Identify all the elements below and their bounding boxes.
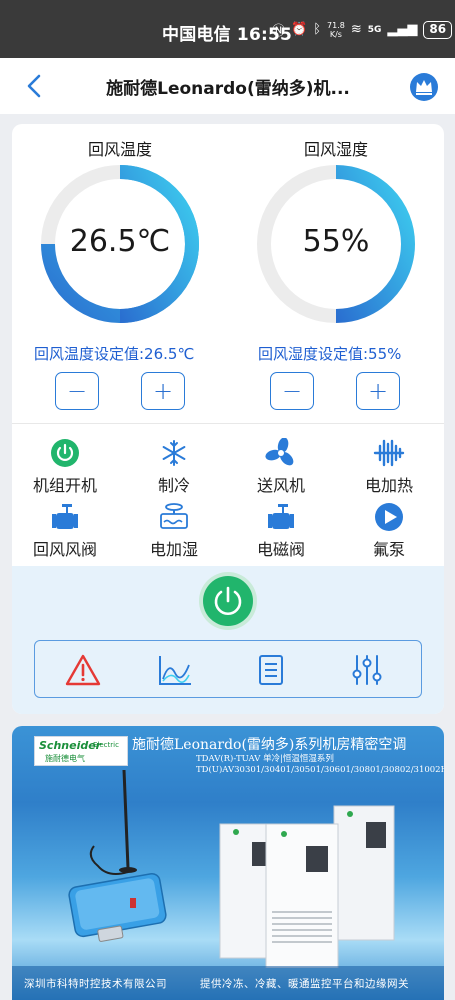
network-speed-unit: K/s	[329, 29, 342, 39]
brand-sub-cn: 施耐德电气	[45, 754, 85, 763]
humidifier-icon	[160, 503, 188, 529]
device-label: 制冷	[157, 476, 190, 495]
humidity-title: 回风湿度	[303, 140, 368, 159]
device-electric-heater: 电加热	[339, 438, 439, 496]
nfc-icon: Ⓝ	[272, 24, 286, 39]
toolbar	[34, 640, 422, 698]
product-banner[interactable]: Schneider Electric 施耐德电气 施耐德Leonardo(雷纳多…	[12, 726, 444, 1000]
divider	[12, 423, 444, 424]
brand-name: Schneider	[39, 739, 102, 752]
humidity-setpoint: 回风湿度设定值:55%	[258, 345, 402, 363]
device-supply-fan: 送风机	[231, 438, 331, 496]
temperature-decrement-button[interactable]: −	[55, 372, 99, 410]
heater-icon	[373, 439, 405, 467]
snowflake-icon	[162, 440, 186, 466]
list-icon[interactable]	[253, 653, 289, 687]
device-label: 电加湿	[149, 540, 198, 559]
power-button[interactable]	[203, 576, 253, 626]
network-type: 5G	[367, 24, 382, 35]
banner-title: 施耐德Leonardo(雷纳多)系列机房精密空调	[132, 737, 407, 753]
chart-icon[interactable]	[157, 653, 193, 687]
power-icon	[214, 586, 242, 615]
humidity-decrement-button[interactable]: −	[270, 372, 314, 410]
device-label: 回风风阀	[32, 540, 97, 559]
device-humidifier: 电加湿	[124, 502, 224, 560]
status-bar: 中国电信 16:55 Ⓝ ⏰ ᛒ 71.8 K/s ≋ 5G ▂▄▆ 86	[0, 0, 455, 58]
bluetooth-icon: ᛒ	[313, 22, 322, 37]
temperature-value: 26.5℃	[69, 224, 171, 259]
fan-icon	[265, 438, 294, 466]
air-conditioner-cabinets-image	[219, 805, 395, 968]
battery-level: 86	[423, 20, 453, 39]
back-icon[interactable]	[22, 72, 48, 100]
brand-logo: Schneider Electric 施耐德电气	[34, 736, 128, 766]
humidity-value: 55%	[302, 224, 370, 259]
device-label: 电加热	[364, 476, 413, 495]
page-title: 施耐德Leonardo(雷纳多)机...	[106, 79, 350, 99]
device-cooling: 制冷	[124, 438, 224, 496]
device-solenoid-valve: 电磁阀	[231, 502, 331, 560]
alarm-icon[interactable]	[65, 653, 101, 687]
banner-footer: 深圳市科特时控技术有限公司 提供冷冻、冷藏、暖通监控平台和边缘网关	[12, 966, 444, 1000]
device-label: 送风机	[256, 476, 305, 495]
device-fluorine-pump: 氟泵	[339, 502, 439, 560]
pump-play-icon	[375, 503, 403, 531]
status-icons: Ⓝ ⏰ ᛒ 71.8 K/s ≋ 5G ▂▄▆ 86	[272, 20, 453, 39]
network-speed-value: 71.8	[327, 20, 345, 30]
temperature-setpoint: 回风温度设定值:26.5℃	[34, 345, 195, 363]
alarm-clock-icon: ⏰	[291, 22, 308, 37]
brand-sub-en: Electric	[93, 741, 119, 749]
humidity-increment-button[interactable]: +	[356, 372, 400, 410]
device-return-air-damper: 回风风阀	[15, 502, 115, 560]
device-label: 机组开机	[32, 476, 97, 495]
wifi-icon: ≋	[350, 22, 362, 37]
device-label: 氟泵	[372, 540, 405, 559]
banner-subtitle: TDAV(R)-TUAV 单冷|恒温恒湿系列 TD(U)AV30301/3040…	[196, 754, 444, 776]
banner-subtitle-line1: TDAV(R)-TUAV 单冷|恒温恒湿系列	[196, 754, 334, 764]
settings-sliders-icon[interactable]	[349, 653, 385, 687]
power-on-icon	[51, 439, 79, 467]
device-label: 电磁阀	[256, 540, 305, 559]
valve-icon	[52, 504, 78, 529]
temperature-increment-button[interactable]: +	[141, 372, 185, 410]
crown-icon[interactable]	[409, 72, 439, 102]
nav-bar: 施耐德Leonardo(雷纳多)机...	[0, 58, 455, 114]
network-speed: 71.8 K/s	[327, 21, 345, 39]
gateway-device-image	[68, 769, 167, 942]
company-name: 深圳市科特时控技术有限公司	[24, 978, 167, 990]
signal-icon: ▂▄▆	[387, 22, 418, 37]
company-slogan: 提供冷冻、冷藏、暖通监控平台和边缘网关	[200, 978, 409, 990]
device-unit-power: 机组开机	[15, 438, 115, 496]
control-card: 回风温度 26.5℃ 回风湿度 55% 回风温度设定值:26.5℃ 回风湿度设定…	[12, 124, 444, 714]
temperature-title: 回风温度	[87, 140, 152, 159]
control-area	[12, 566, 444, 714]
solenoid-valve-icon	[268, 504, 294, 529]
banner-subtitle-line2: TD(U)AV30301/30401/30501/30601/30801/308…	[196, 765, 444, 775]
